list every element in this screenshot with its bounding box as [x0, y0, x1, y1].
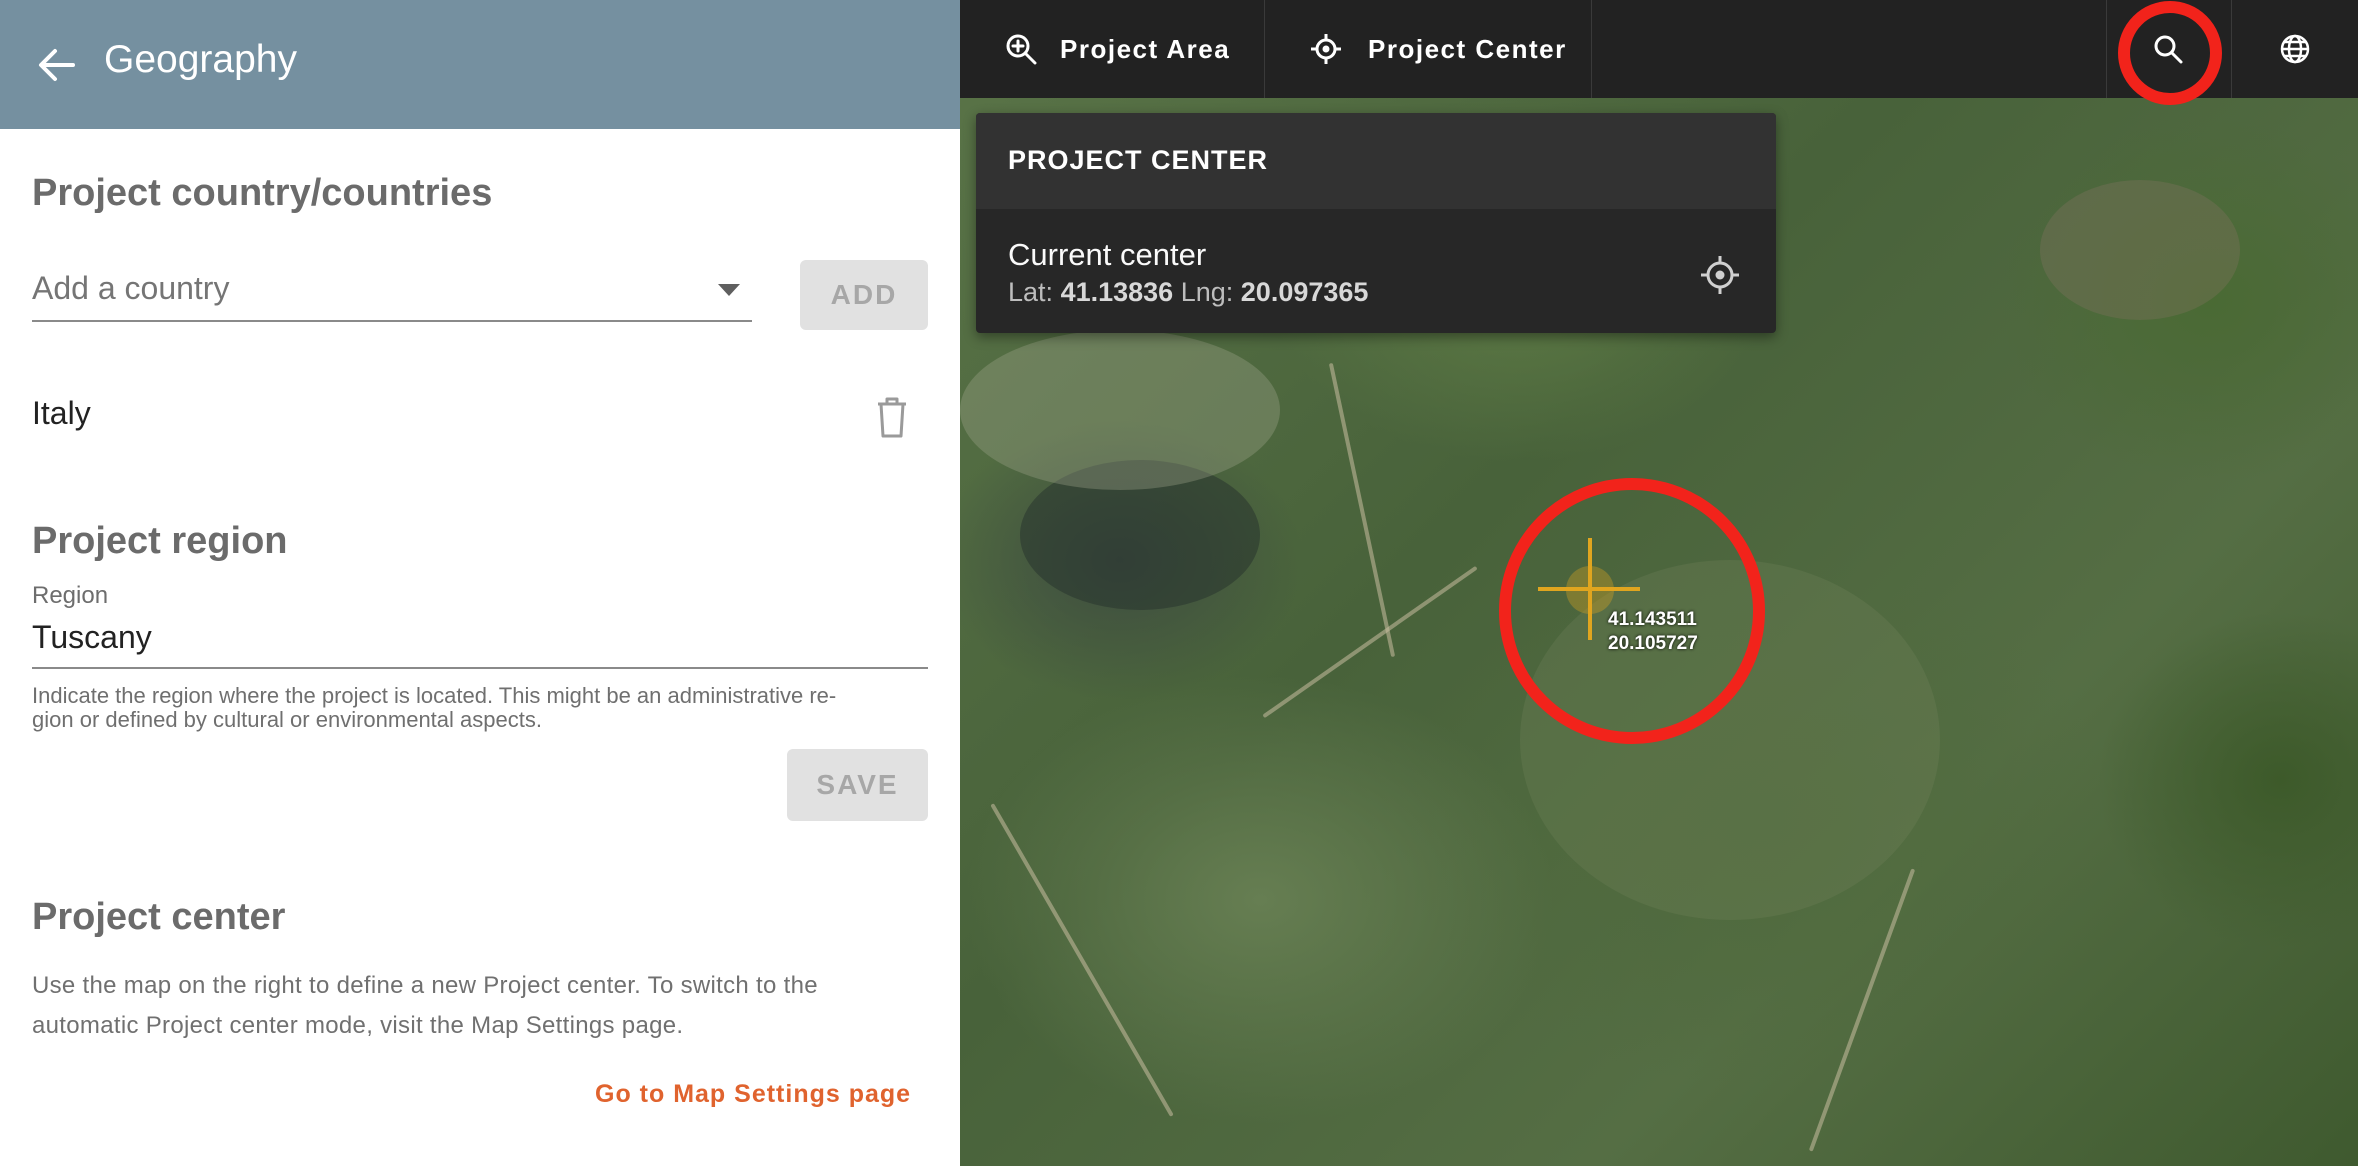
- map-terrain-bare-patch: [2040, 180, 2240, 320]
- country-select[interactable]: Add a country: [32, 262, 752, 322]
- country-item-label: Italy: [32, 395, 91, 431]
- project-center-popup: PROJECT CENTER Current center Lat: 41.13…: [976, 113, 1776, 333]
- region-helper-text: Indicate the region where the project is…: [32, 684, 922, 732]
- satellite-map[interactable]: Project Area Project Center PROJECT CENT…: [960, 0, 2358, 1166]
- region-helper-line-2: gion or defined by cultural or environme…: [32, 707, 542, 732]
- project-center-label: Project Center: [1368, 33, 1567, 64]
- search-button[interactable]: [2143, 24, 2193, 74]
- toolbar-divider: [1264, 0, 1265, 98]
- map-trail: [1328, 362, 1396, 658]
- zoom-in-icon: [1006, 34, 1037, 65]
- trash-icon[interactable]: [872, 394, 912, 440]
- center-description-line-2: automatic Project center mode, visit the…: [32, 1012, 684, 1039]
- toolbar-divider: [2231, 0, 2232, 98]
- crosshair-marker-horizontal[interactable]: [1538, 587, 1640, 591]
- project-area-button[interactable]: Project Area: [1004, 0, 1230, 98]
- lng-prefix: Lng:: [1180, 277, 1234, 307]
- geography-panel: Geography Project country/countries Add …: [0, 0, 960, 1166]
- country-select-placeholder: Add a country: [32, 270, 230, 306]
- popup-header: PROJECT CENTER: [976, 113, 1776, 209]
- current-center-coords: Lat: 41.13836 Lng: 20.097365: [1008, 277, 1368, 308]
- map-trail: [990, 803, 1174, 1117]
- save-region-button[interactable]: SAVE: [787, 749, 928, 821]
- crosshair-lat: 41.143511: [1608, 609, 1697, 630]
- current-center-label: Current center: [1008, 237, 1207, 272]
- lat-prefix: Lat:: [1008, 277, 1054, 307]
- lat-value: 41.13836: [1060, 277, 1174, 307]
- add-country-button[interactable]: ADD: [800, 260, 928, 330]
- lng-value: 20.097365: [1240, 277, 1369, 307]
- center-heading: Project center: [32, 896, 286, 938]
- center-description-line-1: Use the map on the right to define a new…: [32, 972, 818, 999]
- region-field[interactable]: Tuscany: [32, 615, 928, 669]
- map-toolbar: Project Area Project Center: [960, 0, 2358, 98]
- map-settings-link[interactable]: Go to Map Settings page: [595, 1080, 911, 1109]
- region-field-label: Region: [32, 582, 109, 609]
- globe-icon: [2280, 34, 2310, 64]
- region-heading: Project region: [32, 520, 288, 562]
- map-trail: [1808, 868, 1916, 1152]
- map-trail: [1262, 565, 1478, 719]
- page-title: Geography: [104, 38, 297, 81]
- back-button[interactable]: [30, 40, 82, 90]
- crosshair-coords: 41.143511 20.105727: [1608, 608, 1698, 656]
- region-helper-line-1: Indicate the region where the project is…: [32, 683, 837, 708]
- recenter-icon[interactable]: [1698, 253, 1742, 297]
- project-area-label: Project Area: [1060, 33, 1231, 64]
- popup-title: PROJECT CENTER: [1008, 145, 1269, 175]
- map-terrain-light-patch: [960, 330, 1280, 490]
- center-description: Use the map on the right to define a new…: [32, 966, 912, 1046]
- crosshair-icon: [1311, 34, 1341, 64]
- app-bar: Geography: [0, 0, 960, 129]
- project-center-button[interactable]: Project Center: [1310, 0, 1567, 98]
- crosshair-lng: 20.105727: [1608, 633, 1698, 654]
- countries-heading: Project country/countries: [32, 172, 493, 214]
- toolbar-divider: [1591, 0, 1592, 98]
- search-icon: [2154, 35, 2183, 64]
- arrow-left-icon: [39, 49, 75, 81]
- map-terrain-light-patch: [1520, 560, 1940, 920]
- caret-down-icon: [718, 284, 740, 296]
- map-layer-button[interactable]: [2270, 24, 2320, 74]
- toolbar-divider: [2106, 0, 2107, 98]
